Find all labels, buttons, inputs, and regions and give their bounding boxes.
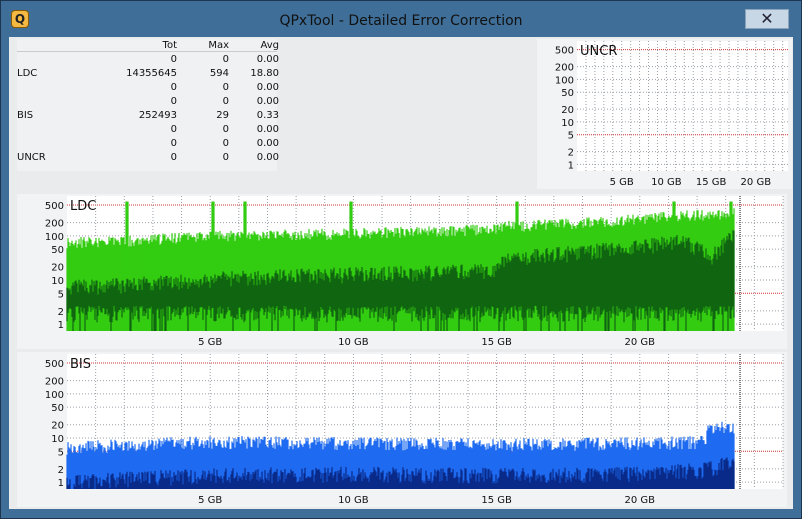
table-cell: 594 [209,68,229,79]
table-cell: 0.33 [256,110,279,121]
table-cell: 0 [170,138,177,149]
y-tick-label: 10 [51,434,64,445]
x-tick-label: 5 GB [198,337,222,348]
row-label [17,137,77,151]
table-cell: 0 [170,54,177,65]
y-tick-label: 2 [58,465,64,476]
stats-table: Tot Max Avg 0 0 0.00 LDC 14355645 594 18.80 0 0 0.00… [17,39,279,171]
row-label: LDC [17,68,38,79]
table-cell: 0 [170,124,177,135]
x-tick-label: 20 GB [625,337,656,348]
table-cell: 0.00 [256,124,279,135]
table-cell: 0 [170,82,177,93]
row-label [17,53,77,67]
bis-chart: 5002001005020105215 GB 10 GB 15 GB 20 GBBIS [17,352,787,507]
y-tick-label: 2 [58,307,64,318]
y-tick-label: 50 [51,245,64,256]
table-cell: 252493 [138,110,177,121]
table-cell: 0 [222,124,229,135]
y-tick-label: 20 [561,105,574,116]
title-bar[interactable]: Q QPxTool - Detailed Error Correction ✕ [1,1,801,37]
y-tick-label: 200 [45,219,64,230]
table-cell: 0.00 [256,54,279,65]
chart-title: BIS [70,357,91,372]
y-tick-label: 50 [561,88,574,99]
y-tick-label: 200 [45,377,64,388]
y-tick-label: 10 [51,276,64,287]
x-tick-label: 15 GB [481,495,512,506]
y-tick-label: 100 [45,232,64,243]
table-cell: 0.00 [256,138,279,149]
app-window: Q QPxTool - Detailed Error Correction ✕ … [0,0,802,519]
ldc-chart: 5002001005020105215 GB 10 GB 15 GB 20 GBLDC [17,194,787,349]
table-cell: 0.00 [256,152,279,163]
x-tick-label: 10 GB [338,337,369,348]
chart-title: UNCR [580,44,617,59]
table-cell: 0.00 [256,96,279,107]
y-tick-label: 100 [555,75,574,86]
row-label [17,123,77,137]
y-tick-label: 5 [58,289,64,300]
table-cell: 0 [222,54,229,65]
y-tick-label: 500 [555,46,574,57]
y-tick-label: 200 [555,63,574,74]
uncr-chart: 5002001005020105215 GB 10 GB 15 GB 20 GBUNC… [537,39,792,189]
y-tick-label: 100 [45,390,64,401]
y-tick-label: 10 [561,118,574,129]
y-tick-label: 5 [568,131,574,142]
row-label [17,95,77,109]
table-cell: 0 [170,96,177,107]
row-label: UNCR [17,152,46,163]
client-area: Tot Max Avg 0 0 0.00 LDC 14355645 594 18.80 0 0 0.00… [9,37,793,509]
y-tick-label: 2 [568,148,574,159]
y-tick-label: 500 [45,201,64,212]
x-tick-label: 20 GB [625,495,656,506]
table-header-divider [17,51,277,52]
x-tick-label: 10 GB [651,177,682,188]
x-tick-label: 15 GB [481,337,512,348]
row-label [17,81,77,95]
table-cell: 0 [222,138,229,149]
table-cell: 0.00 [256,82,279,93]
x-tick-label: 5 GB [198,495,222,506]
x-tick-label: 20 GB [741,177,772,188]
y-tick-label: 20 [51,421,64,432]
chart-title: LDC [70,199,96,214]
table-cell: 14355645 [126,68,177,79]
y-tick-label: 1 [568,160,574,171]
table-cell: 0 [222,152,229,163]
x-tick-label: 10 GB [338,495,369,506]
x-tick-label: 15 GB [696,177,727,188]
table-cell: 29 [216,110,229,121]
y-tick-label: 500 [45,359,64,370]
table-cell: 0 [222,82,229,93]
window-title: QPxTool - Detailed Error Correction [279,13,523,29]
table-cell: 18.80 [250,68,279,79]
row-label: BIS [17,110,34,121]
y-tick-label: 1 [58,478,64,489]
y-tick-label: 5 [58,447,64,458]
x-tick-label: 5 GB [610,177,634,188]
y-tick-label: 20 [51,263,64,274]
y-tick-label: 50 [51,403,64,414]
table-cell: 0 [222,96,229,107]
y-tick-label: 1 [58,320,64,331]
table-cell: 0 [170,152,177,163]
close-button[interactable]: ✕ [745,9,789,29]
